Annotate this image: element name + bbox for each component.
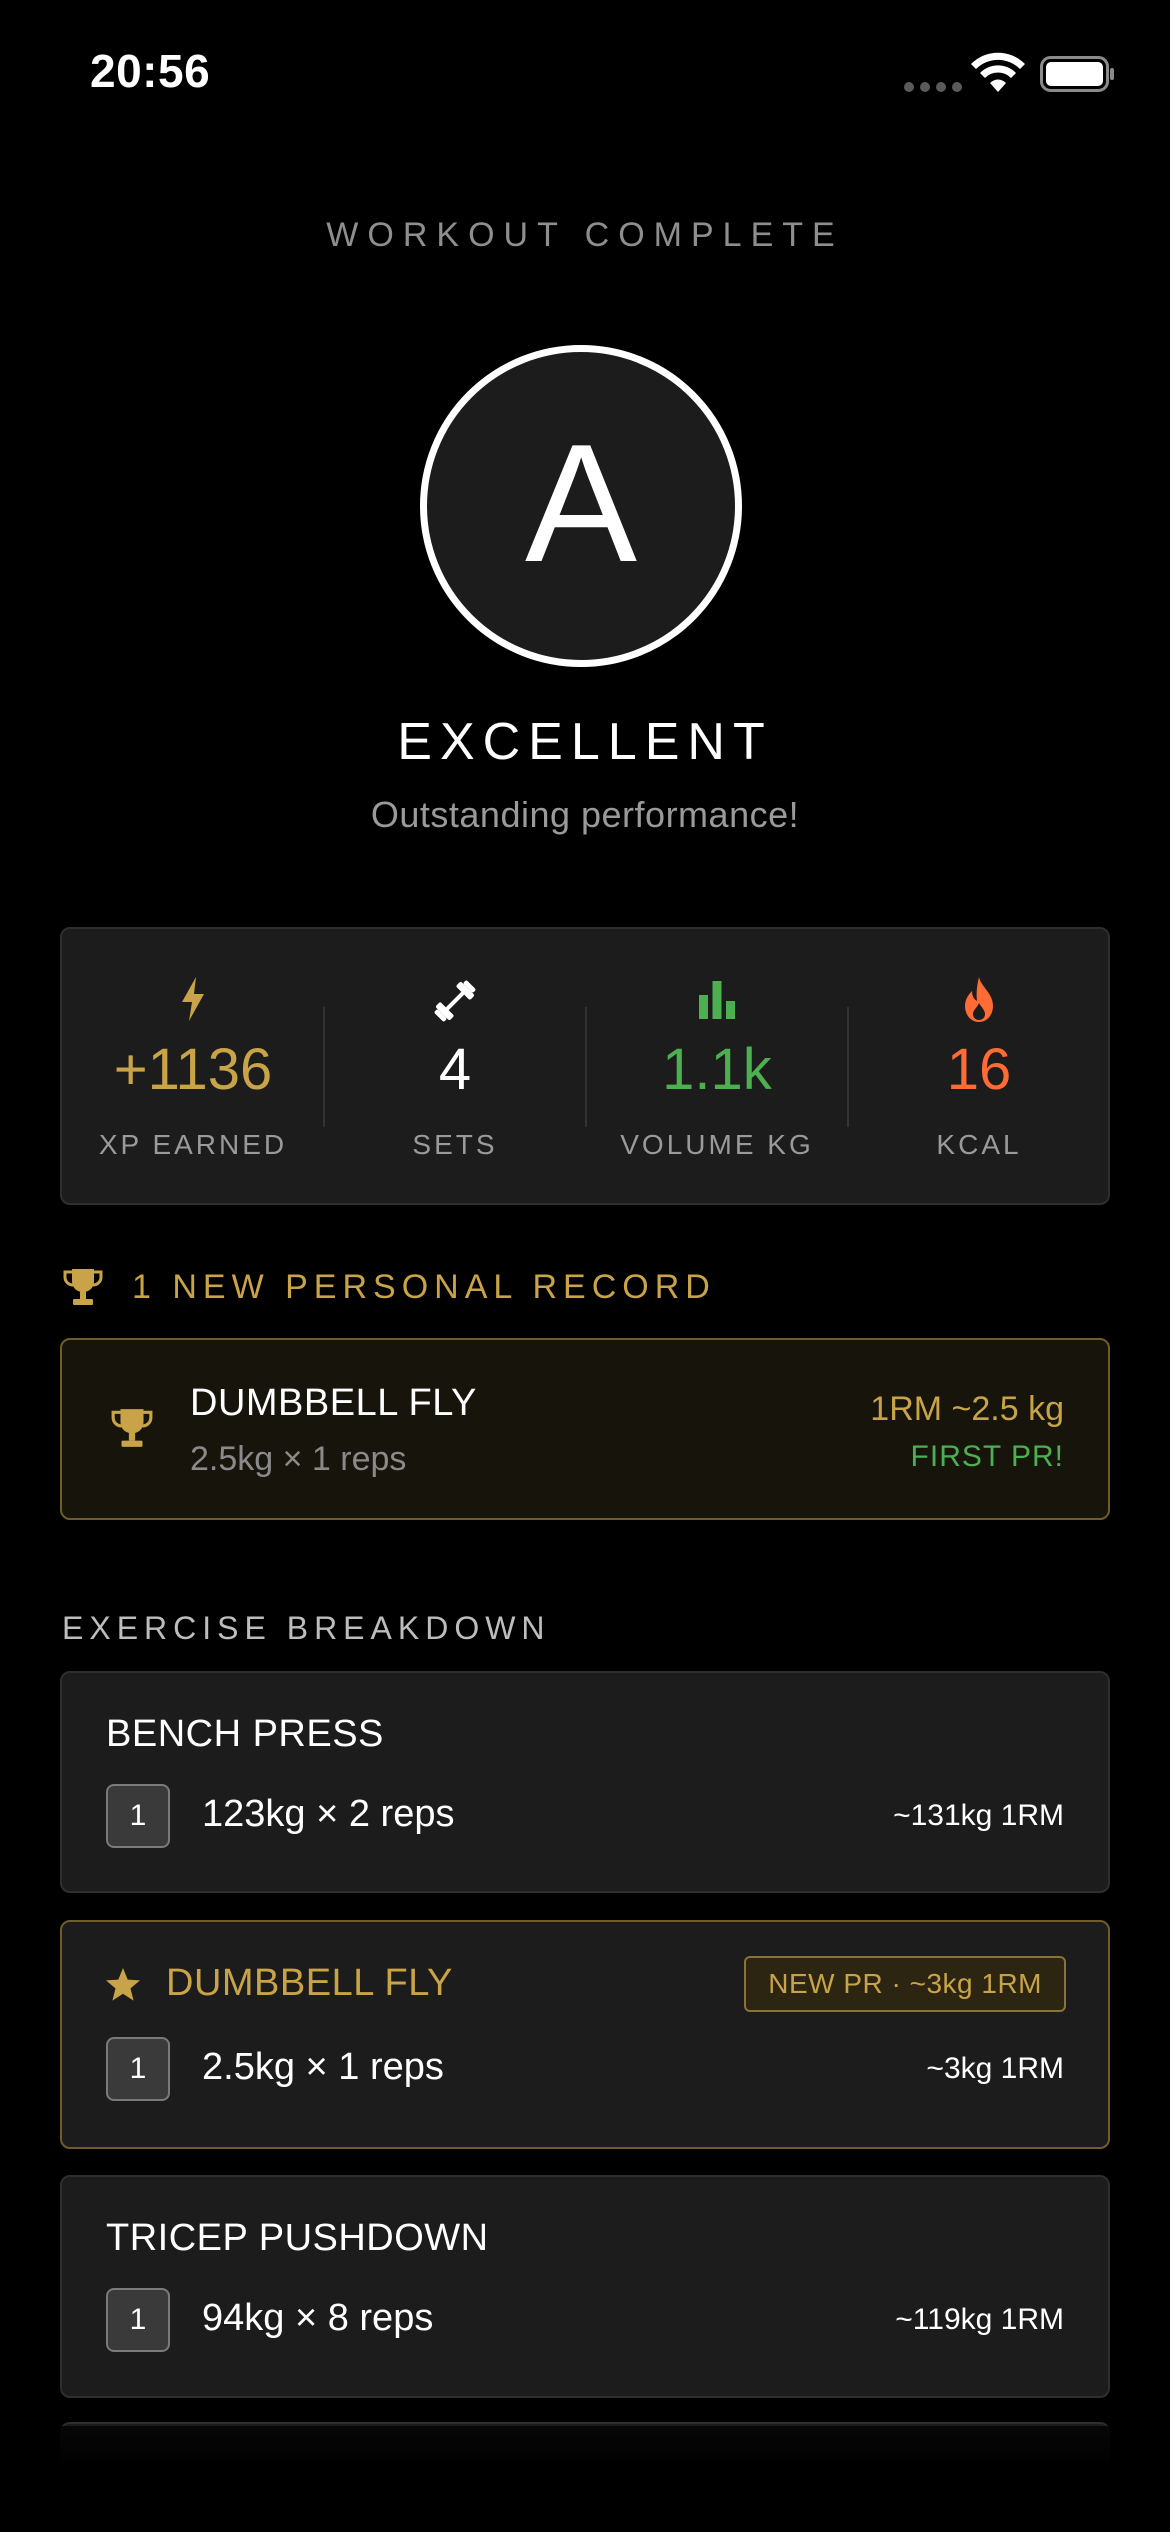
lightning-icon	[182, 977, 204, 1021]
set-number: 1	[106, 1784, 170, 1848]
stat-sets: 4 SETS	[324, 929, 586, 1207]
pr-set-detail: 2.5kg × 1 reps	[190, 1440, 407, 1478]
set-detail: 94kg × 8 reps	[202, 2297, 434, 2339]
pr-exercise-name: DUMBBELL FLY	[190, 1382, 477, 1424]
rating-subtitle: Outstanding performance!	[370, 794, 800, 835]
personal-record-count: 1 NEW PERSONAL RECORD	[132, 1267, 716, 1306]
trophy-icon	[111, 1409, 153, 1447]
set-one-rep-max: ~119kg 1RM	[895, 2303, 1064, 2336]
stat-xp: +1136 XP EARNED	[62, 929, 324, 1207]
grade-letter: A	[524, 409, 638, 597]
stat-label: KCAL	[936, 1129, 1022, 1160]
exercise-name: BENCH PRESS	[106, 1713, 384, 1755]
set-number: 1	[106, 2288, 170, 2352]
stat-label: VOLUME KG	[620, 1129, 814, 1160]
dumbbell-icon	[434, 980, 476, 1022]
stat-volume: 1.1k VOLUME KG	[586, 929, 848, 1207]
flame-icon	[965, 977, 993, 1022]
exercise-name: TRICEP PUSHDOWN	[106, 2217, 489, 2259]
stat-label: XP EARNED	[98, 1129, 288, 1160]
rating-title: EXCELLENT	[397, 713, 773, 771]
bottom-fade	[0, 2426, 1170, 2532]
personal-record-header: 1 NEW PERSONAL RECORD	[62, 1267, 716, 1307]
status-bar: 20:56	[0, 0, 1170, 150]
exercise-name: DUMBBELL FLY	[166, 1962, 453, 2004]
set-detail: 2.5kg × 1 reps	[202, 2046, 444, 2088]
bar-chart-icon	[699, 981, 735, 1019]
battery-icon	[1040, 56, 1114, 92]
set-one-rep-max: ~131kg 1RM	[893, 1799, 1064, 1832]
stat-kcal: 16 KCAL	[848, 929, 1110, 1207]
wifi-icon	[971, 52, 1025, 92]
set-detail: 123kg × 2 reps	[202, 1793, 455, 1835]
cellular-signal-icon	[904, 82, 962, 92]
personal-record-card[interactable]: DUMBBELL FLY 2.5kg × 1 reps 1RM ~2.5 kg …	[60, 1338, 1110, 1520]
exercise-card-dumbbell-fly[interactable]: DUMBBELL FLY NEW PR · ~3kg 1RM 1 2.5kg ×…	[60, 1920, 1110, 2149]
trophy-icon	[63, 1269, 103, 1305]
stat-label: SETS	[412, 1129, 498, 1160]
stat-value: +1136	[113, 1037, 273, 1102]
set-number: 1	[106, 2037, 170, 2101]
set-one-rep-max: ~3kg 1RM	[926, 2052, 1064, 2085]
grade-badge: A	[420, 345, 742, 667]
first-pr-tag: FIRST PR!	[910, 1440, 1064, 1473]
workout-complete-label: WORKOUT COMPLETE	[326, 216, 844, 254]
exercise-card-tricep-pushdown[interactable]: TRICEP PUSHDOWN 1 94kg × 8 reps ~119kg 1…	[60, 2175, 1110, 2398]
new-pr-badge: NEW PR · ~3kg 1RM	[744, 1956, 1066, 2012]
stat-value: 16	[946, 1037, 1012, 1102]
stat-value: 1.1k	[662, 1037, 772, 1102]
exercise-card-bench-press[interactable]: BENCH PRESS 1 123kg × 2 reps ~131kg 1RM	[60, 1671, 1110, 1893]
pr-one-rep-max: 1RM ~2.5 kg	[870, 1390, 1064, 1428]
stats-card: +1136 XP EARNED 4 SETS 1.1k VOLUME KG 16…	[60, 927, 1110, 1205]
star-icon	[106, 1968, 140, 2001]
status-time: 20:56	[90, 45, 211, 97]
exercise-breakdown-title: EXERCISE BREAKDOWN	[62, 1610, 551, 1646]
stat-value: 4	[438, 1037, 472, 1102]
